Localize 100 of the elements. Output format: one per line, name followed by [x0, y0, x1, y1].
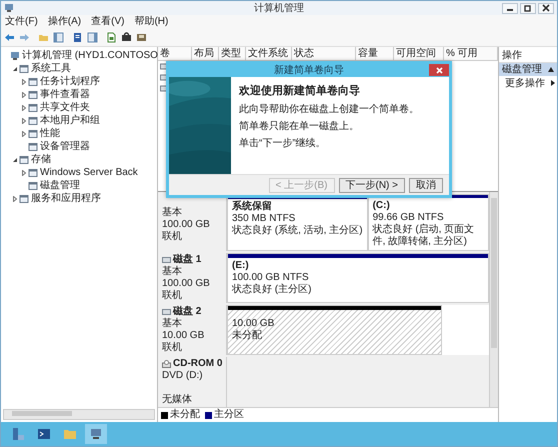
disk-type: DVD (D:) — [162, 370, 203, 382]
properties-icon[interactable] — [72, 32, 83, 43]
expand-arrow-icon[interactable] — [21, 78, 27, 84]
window-icon — [19, 194, 29, 204]
legend-label: 未分配 — [170, 409, 200, 421]
pane-icon[interactable] — [87, 32, 98, 43]
menu-item[interactable]: 操作(A) — [48, 16, 82, 28]
actions-section[interactable]: 磁盘管理 — [499, 63, 557, 76]
wizard-button[interactable]: 下一步(N) > — [338, 178, 405, 192]
disk-status: 联机 — [162, 342, 182, 354]
wizard-text: 单击“下一步”继续。 — [239, 138, 327, 150]
disk-type: 基本 — [162, 207, 182, 219]
partition-status: 未分配 — [232, 330, 263, 342]
tree-item[interactable]: 共享文件夹 — [40, 102, 90, 114]
column-header[interactable]: 卷 — [158, 47, 192, 60]
column-header[interactable]: 可用空间 — [394, 47, 444, 60]
tree-item[interactable]: 性能 — [40, 128, 60, 140]
column-header[interactable]: 容量 — [356, 47, 394, 60]
partition-block[interactable]: 10.00 GB 未分配 — [227, 305, 442, 355]
close-icon — [542, 4, 550, 12]
column-header[interactable]: 状态 — [292, 47, 356, 60]
collapse-arrow-icon[interactable] — [12, 66, 18, 72]
menu-item[interactable]: 帮助(H) — [134, 16, 168, 28]
disk-status: 联机 — [162, 231, 182, 243]
window-icon — [28, 76, 38, 86]
legend-label: 主分区 — [214, 409, 244, 421]
close-button[interactable] — [538, 2, 554, 14]
expand-arrow-icon[interactable] — [21, 130, 27, 136]
vertical-scrollbar[interactable] — [489, 192, 498, 407]
terminal-icon — [37, 427, 51, 441]
taskbar-icon[interactable] — [85, 424, 107, 444]
window-icon — [28, 90, 38, 100]
server-icon — [11, 427, 25, 441]
minimize-button[interactable] — [502, 2, 518, 14]
folder-icon — [63, 427, 77, 441]
disk-size: 100.00 GB — [162, 219, 210, 230]
partition-name: (E:) — [232, 260, 250, 272]
window-title: 计算机管理 — [254, 2, 304, 14]
submenu-arrow-icon — [551, 80, 555, 86]
document-icon[interactable] — [106, 32, 117, 43]
wizard-text: 此向导帮助你在磁盘上创建一个简单卷。 — [239, 104, 419, 116]
partition-status: 状态良好 (启动, 页面文件, 故障转储, 主分区) — [372, 224, 476, 248]
window-icon — [28, 180, 38, 190]
tree-item[interactable]: 计算机管理 (HYD1.CONTOSO — [22, 50, 158, 62]
menu-item[interactable]: 文件(F) — [5, 16, 38, 28]
collapse-arrow-icon[interactable] — [12, 156, 18, 162]
wizard-text: 简单卷只能在单一磁盘上。 — [239, 121, 360, 133]
tree-item[interactable]: 本地用户和组 — [40, 114, 100, 126]
column-header[interactable]: 文件系统 — [246, 47, 292, 60]
tree-item[interactable]: 任务计划程序 — [40, 76, 100, 88]
action-item[interactable]: 更多操作 — [505, 76, 545, 90]
disk-name: 磁盘 2 — [173, 306, 202, 318]
dialog-title: 新建简单卷向导 — [274, 64, 344, 76]
computer-icon — [10, 50, 20, 60]
horizontal-scrollbar[interactable] — [3, 409, 155, 420]
window-icon — [28, 128, 38, 138]
tree-item[interactable]: 存储 — [31, 154, 51, 166]
expand-arrow-icon[interactable] — [21, 104, 27, 110]
partition-block[interactable]: (C:) 99.66 GB NTFS 状态良好 (启动, 页面文件, 故障转储, 主分区) — [368, 194, 489, 251]
disk-status: 无媒体 — [162, 394, 192, 406]
partition-name: (C:) — [372, 200, 391, 212]
partition-block[interactable]: (E:) 100.00 GB NTFS 状态良好 (主分区) — [227, 253, 489, 303]
expand-arrow-icon[interactable] — [21, 118, 27, 124]
expand-arrow-icon[interactable] — [21, 92, 27, 98]
tree-item[interactable]: 设备管理器 — [40, 140, 90, 152]
partition-status: 状态良好 (系统, 活动, 主分区) — [232, 225, 363, 237]
restore-icon — [524, 4, 532, 12]
disk-name: CD-ROM 0 — [173, 358, 222, 370]
column-header[interactable]: 类型 — [219, 47, 246, 60]
cd-drive-icon — [162, 360, 171, 368]
column-header[interactable]: 布局 — [192, 47, 219, 60]
column-header[interactable]: % 可用 — [444, 47, 498, 60]
disk-size: 100.00 GB — [162, 278, 210, 290]
restore-button[interactable] — [520, 2, 536, 14]
tree-item[interactable]: 系统工具 — [31, 62, 71, 74]
disk-size: 10.00 GB — [162, 330, 204, 342]
disk-type: 基本 — [162, 318, 182, 330]
disk-type: 基本 — [162, 266, 182, 278]
tree-item[interactable]: 磁盘管理 — [40, 180, 80, 192]
partition-size: 350 MB NTFS — [232, 213, 296, 224]
expand-arrow-icon[interactable] — [21, 170, 27, 176]
disk-status: 联机 — [162, 290, 182, 302]
expand-arrow-icon[interactable] — [12, 196, 18, 202]
tree-item[interactable]: 事件查看器 — [40, 88, 90, 100]
window-icon — [19, 154, 29, 164]
close-icon — [436, 66, 442, 74]
tree-item[interactable]: Windows Server Back — [40, 166, 138, 178]
computer-icon — [4, 3, 14, 13]
menu-item[interactable]: 查看(V) — [91, 16, 124, 28]
disk-name: 磁盘 1 — [173, 254, 202, 266]
partition-status: 状态良好 (主分区) — [232, 284, 312, 296]
computer-icon — [89, 427, 103, 441]
partition-name: 系统保留 — [232, 201, 273, 213]
collapse-arrow-icon[interactable] — [548, 67, 554, 72]
window-icon — [28, 116, 38, 126]
pane-icon[interactable] — [53, 32, 64, 43]
tree-item[interactable]: 服务和应用程序 — [31, 192, 101, 204]
wizard-button[interactable]: 取消 — [409, 178, 443, 192]
window-icon — [28, 102, 38, 112]
back-icon[interactable] — [4, 32, 15, 43]
